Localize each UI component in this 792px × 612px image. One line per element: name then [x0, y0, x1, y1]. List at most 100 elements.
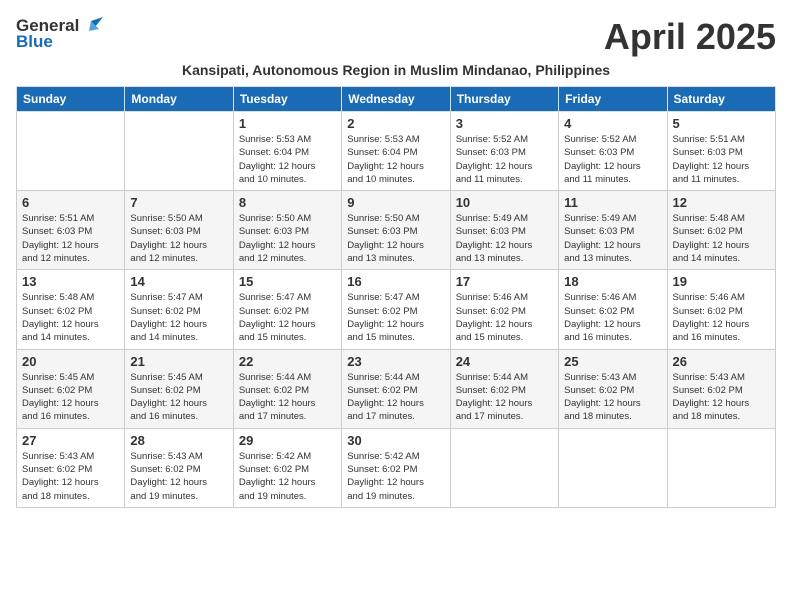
day-info: Sunrise: 5:52 AM Sunset: 6:03 PM Dayligh…	[564, 133, 661, 186]
column-header-friday: Friday	[559, 87, 667, 112]
day-info: Sunrise: 5:43 AM Sunset: 6:02 PM Dayligh…	[22, 450, 119, 503]
day-number: 13	[22, 274, 119, 289]
day-number: 12	[673, 195, 770, 210]
calendar-subtitle: Kansipati, Autonomous Region in Muslim M…	[16, 62, 776, 78]
day-info: Sunrise: 5:45 AM Sunset: 6:02 PM Dayligh…	[22, 371, 119, 424]
day-number: 27	[22, 433, 119, 448]
calendar-table: SundayMondayTuesdayWednesdayThursdayFrid…	[16, 86, 776, 508]
day-info: Sunrise: 5:47 AM Sunset: 6:02 PM Dayligh…	[130, 291, 227, 344]
day-info: Sunrise: 5:51 AM Sunset: 6:03 PM Dayligh…	[673, 133, 770, 186]
calendar-cell: 13 Sunrise: 5:48 AM Sunset: 6:02 PM Dayli…	[17, 270, 125, 349]
day-info: Sunrise: 5:44 AM Sunset: 6:02 PM Dayligh…	[456, 371, 553, 424]
column-header-monday: Monday	[125, 87, 233, 112]
day-number: 1	[239, 116, 336, 131]
calendar-cell: 10 Sunrise: 5:49 AM Sunset: 6:03 PM Dayli…	[450, 191, 558, 270]
day-info: Sunrise: 5:49 AM Sunset: 6:03 PM Dayligh…	[456, 212, 553, 265]
day-number: 23	[347, 354, 444, 369]
day-number: 24	[456, 354, 553, 369]
calendar-cell: 8 Sunrise: 5:50 AM Sunset: 6:03 PM Daylig…	[233, 191, 341, 270]
week-row-5: 27 Sunrise: 5:43 AM Sunset: 6:02 PM Dayli…	[17, 428, 776, 507]
day-number: 9	[347, 195, 444, 210]
calendar-cell: 17 Sunrise: 5:46 AM Sunset: 6:02 PM Dayli…	[450, 270, 558, 349]
column-headers: SundayMondayTuesdayWednesdayThursdayFrid…	[17, 87, 776, 112]
calendar-cell: 19 Sunrise: 5:46 AM Sunset: 6:02 PM Dayli…	[667, 270, 775, 349]
day-info: Sunrise: 5:47 AM Sunset: 6:02 PM Dayligh…	[347, 291, 444, 344]
calendar-cell	[450, 428, 558, 507]
calendar-cell	[125, 112, 233, 191]
calendar-cell: 22Sunrise: 5:44 AM Sunset: 6:02 PM Dayli…	[233, 349, 341, 428]
day-number: 16	[347, 274, 444, 289]
day-info: Sunrise: 5:45 AM Sunset: 6:02 PM Dayligh…	[130, 371, 227, 424]
calendar-cell: 30 Sunrise: 5:42 AM Sunset: 6:02 PM Dayli…	[342, 428, 450, 507]
day-info: Sunrise: 5:46 AM Sunset: 6:02 PM Dayligh…	[673, 291, 770, 344]
column-header-saturday: Saturday	[667, 87, 775, 112]
day-number: 7	[130, 195, 227, 210]
day-number: 11	[564, 195, 661, 210]
day-number: 28	[130, 433, 227, 448]
day-info: Sunrise: 5:46 AM Sunset: 6:02 PM Dayligh…	[564, 291, 661, 344]
day-info: Sunrise: 5:50 AM Sunset: 6:03 PM Dayligh…	[130, 212, 227, 265]
day-number: 2	[347, 116, 444, 131]
day-number: 20	[22, 354, 119, 369]
calendar-cell: 15Sunrise: 5:47 AM Sunset: 6:02 PM Dayli…	[233, 270, 341, 349]
column-header-sunday: Sunday	[17, 87, 125, 112]
day-number: 25	[564, 354, 661, 369]
calendar-cell: 23 Sunrise: 5:44 AM Sunset: 6:02 PM Dayli…	[342, 349, 450, 428]
calendar-cell: 4 Sunrise: 5:52 AM Sunset: 6:03 PM Daylig…	[559, 112, 667, 191]
calendar-cell: 14 Sunrise: 5:47 AM Sunset: 6:02 PM Dayli…	[125, 270, 233, 349]
calendar-cell: 6 Sunrise: 5:51 AM Sunset: 6:03 PM Daylig…	[17, 191, 125, 270]
day-number: 22	[239, 354, 336, 369]
day-info: Sunrise: 5:52 AM Sunset: 6:03 PM Dayligh…	[456, 133, 553, 186]
calendar-cell	[17, 112, 125, 191]
day-number: 18	[564, 274, 661, 289]
day-number: 26	[673, 354, 770, 369]
day-number: 4	[564, 116, 661, 131]
day-info: Sunrise: 5:46 AM Sunset: 6:02 PM Dayligh…	[456, 291, 553, 344]
calendar-cell: 20 Sunrise: 5:45 AM Sunset: 6:02 PM Dayli…	[17, 349, 125, 428]
day-info: Sunrise: 5:53 AM Sunset: 6:04 PM Dayligh…	[347, 133, 444, 186]
calendar-cell	[667, 428, 775, 507]
day-number: 5	[673, 116, 770, 131]
week-row-4: 20 Sunrise: 5:45 AM Sunset: 6:02 PM Dayli…	[17, 349, 776, 428]
day-info: Sunrise: 5:43 AM Sunset: 6:02 PM Dayligh…	[564, 371, 661, 424]
calendar-cell: 21Sunrise: 5:45 AM Sunset: 6:02 PM Dayli…	[125, 349, 233, 428]
day-number: 6	[22, 195, 119, 210]
day-number: 19	[673, 274, 770, 289]
calendar-cell: 5 Sunrise: 5:51 AM Sunset: 6:03 PM Daylig…	[667, 112, 775, 191]
calendar-cell: 16 Sunrise: 5:47 AM Sunset: 6:02 PM Dayli…	[342, 270, 450, 349]
day-info: Sunrise: 5:50 AM Sunset: 6:03 PM Dayligh…	[239, 212, 336, 265]
column-header-tuesday: Tuesday	[233, 87, 341, 112]
calendar-cell: 9Sunrise: 5:50 AM Sunset: 6:03 PM Daylig…	[342, 191, 450, 270]
day-number: 17	[456, 274, 553, 289]
calendar-cell: 26 Sunrise: 5:43 AM Sunset: 6:02 PM Dayli…	[667, 349, 775, 428]
logo-blue-text: Blue	[16, 32, 53, 52]
week-row-2: 6 Sunrise: 5:51 AM Sunset: 6:03 PM Daylig…	[17, 191, 776, 270]
day-number: 3	[456, 116, 553, 131]
header: General Blue April 2025	[16, 16, 776, 58]
day-number: 29	[239, 433, 336, 448]
week-row-1: 1 Sunrise: 5:53 AM Sunset: 6:04 PM Daylig…	[17, 112, 776, 191]
column-header-thursday: Thursday	[450, 87, 558, 112]
calendar-cell: 12Sunrise: 5:48 AM Sunset: 6:02 PM Dayli…	[667, 191, 775, 270]
day-number: 10	[456, 195, 553, 210]
calendar-cell: 11 Sunrise: 5:49 AM Sunset: 6:03 PM Dayli…	[559, 191, 667, 270]
day-info: Sunrise: 5:43 AM Sunset: 6:02 PM Dayligh…	[673, 371, 770, 424]
day-info: Sunrise: 5:44 AM Sunset: 6:02 PM Dayligh…	[347, 371, 444, 424]
calendar-cell: 28Sunrise: 5:43 AM Sunset: 6:02 PM Dayli…	[125, 428, 233, 507]
day-info: Sunrise: 5:51 AM Sunset: 6:03 PM Dayligh…	[22, 212, 119, 265]
day-info: Sunrise: 5:42 AM Sunset: 6:02 PM Dayligh…	[347, 450, 444, 503]
calendar-cell: 25 Sunrise: 5:43 AM Sunset: 6:02 PM Dayli…	[559, 349, 667, 428]
calendar-cell: 29 Sunrise: 5:42 AM Sunset: 6:02 PM Dayli…	[233, 428, 341, 507]
day-info: Sunrise: 5:42 AM Sunset: 6:02 PM Dayligh…	[239, 450, 336, 503]
calendar-cell: 27 Sunrise: 5:43 AM Sunset: 6:02 PM Dayli…	[17, 428, 125, 507]
calendar-cell: 3 Sunrise: 5:52 AM Sunset: 6:03 PM Daylig…	[450, 112, 558, 191]
calendar-cell	[559, 428, 667, 507]
month-title: April 2025	[604, 16, 776, 58]
day-number: 14	[130, 274, 227, 289]
calendar-cell: 7 Sunrise: 5:50 AM Sunset: 6:03 PM Daylig…	[125, 191, 233, 270]
day-info: Sunrise: 5:49 AM Sunset: 6:03 PM Dayligh…	[564, 212, 661, 265]
day-info: Sunrise: 5:48 AM Sunset: 6:02 PM Dayligh…	[22, 291, 119, 344]
day-number: 15	[239, 274, 336, 289]
day-number: 8	[239, 195, 336, 210]
day-number: 30	[347, 433, 444, 448]
